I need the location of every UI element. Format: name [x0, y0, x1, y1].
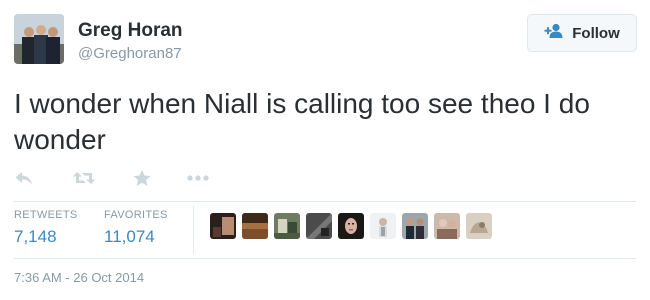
- favorites-label: FAVORITES: [104, 209, 168, 221]
- user-avatar[interactable]: [14, 14, 64, 64]
- favoriter-avatar[interactable]: [306, 213, 332, 239]
- user-display-name[interactable]: Greg Horan: [78, 20, 183, 42]
- follow-button-label: Follow: [572, 24, 620, 42]
- favoriter-avatar[interactable]: [210, 213, 236, 239]
- tweet-card: Greg Horan @Greghoran87 Follow I wonder …: [0, 0, 650, 300]
- favoriter-avatar[interactable]: [274, 213, 300, 239]
- favoriter-avatar[interactable]: [402, 213, 428, 239]
- stats-bottom-divider: [14, 258, 636, 259]
- retweets-stat[interactable]: RETWEETS 7,148: [14, 209, 78, 247]
- tweet-text: I wonder when Niall is calling too see t…: [14, 88, 590, 155]
- reply-icon[interactable]: [14, 167, 34, 189]
- tweet-timestamp[interactable]: 7:36 AM - 26 Oct 2014: [14, 270, 144, 285]
- favoriter-avatar[interactable]: [466, 213, 492, 239]
- favoriter-avatar[interactable]: [338, 213, 364, 239]
- favorites-stat[interactable]: FAVORITES 11,074: [104, 209, 168, 247]
- stats-top-divider: [14, 201, 636, 202]
- retweet-icon[interactable]: [72, 167, 96, 189]
- favoriter-avatar[interactable]: [242, 213, 268, 239]
- follow-user-icon: [544, 23, 564, 44]
- favoriter-avatar[interactable]: [370, 213, 396, 239]
- retweets-count[interactable]: 7,148: [14, 227, 78, 247]
- more-options-icon[interactable]: [186, 167, 210, 189]
- favorite-star-icon[interactable]: [132, 167, 152, 189]
- favoriter-avatar[interactable]: [434, 213, 460, 239]
- user-handle[interactable]: @Greghoran87: [78, 45, 182, 62]
- favorites-count[interactable]: 11,074: [104, 227, 168, 247]
- retweets-label: RETWEETS: [14, 209, 78, 221]
- follow-button[interactable]: Follow: [527, 14, 637, 52]
- stats-separator: [193, 206, 194, 254]
